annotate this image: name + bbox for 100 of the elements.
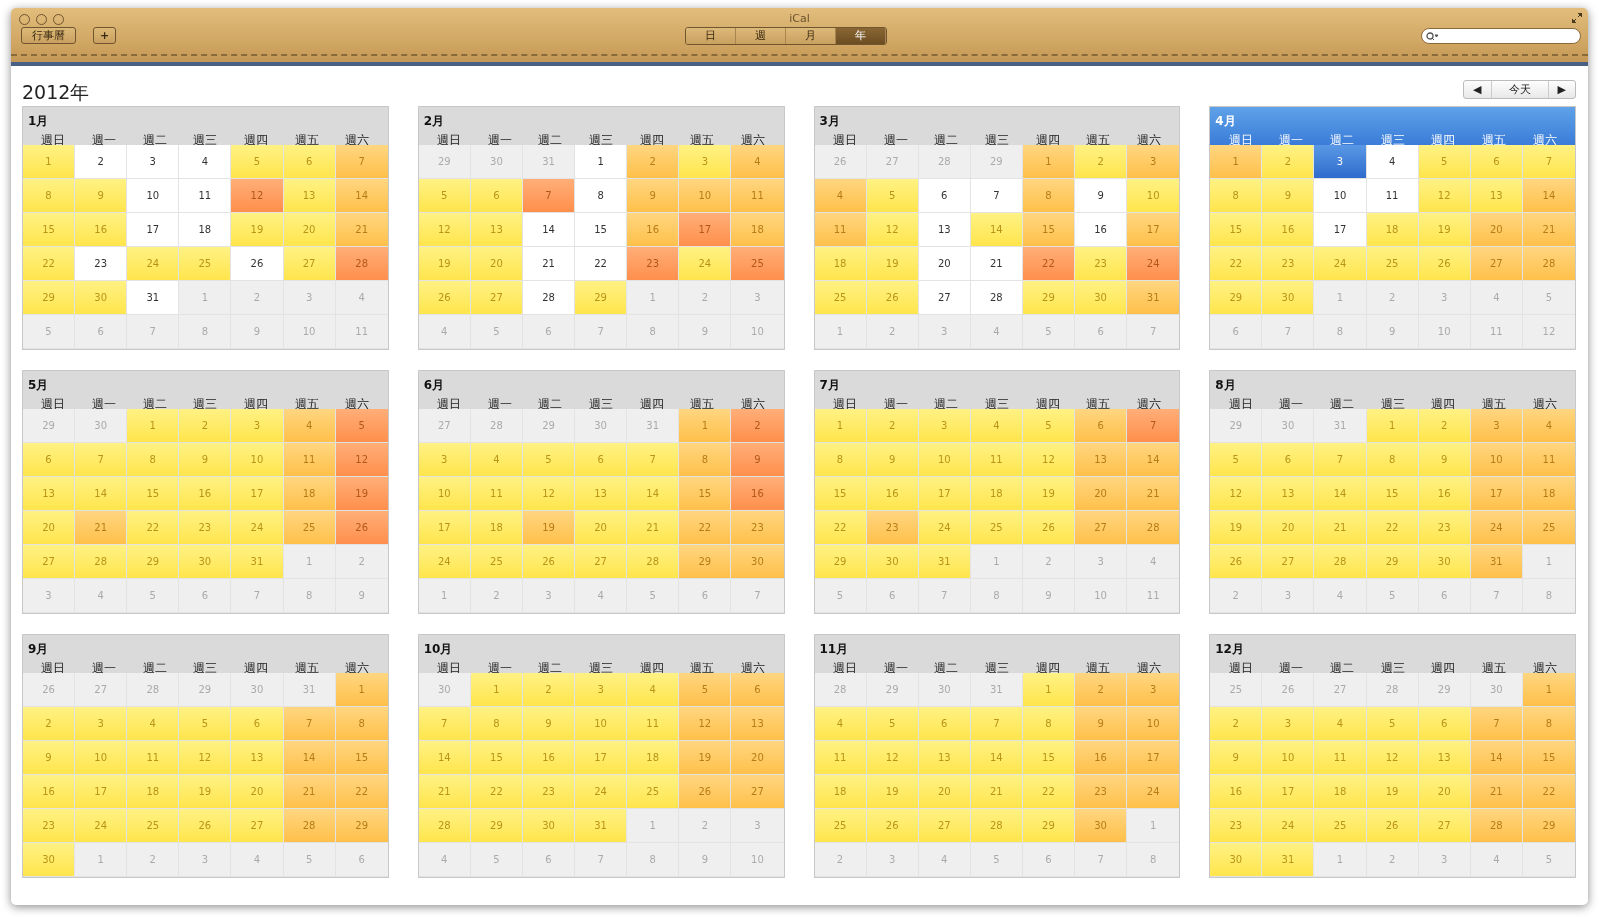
day-cell[interactable]: 21	[627, 511, 680, 545]
day-cell[interactable]: 29	[179, 673, 232, 707]
day-cell[interactable]: 26	[1418, 247, 1471, 281]
day-cell[interactable]: 26	[679, 775, 732, 809]
day-cell[interactable]: 29	[127, 545, 180, 579]
day-cell[interactable]: 6	[1418, 579, 1471, 613]
day-cell[interactable]: 10	[1470, 443, 1523, 477]
day-cell[interactable]: 11	[814, 213, 867, 247]
day-cell[interactable]: 26	[866, 281, 919, 315]
day-cell[interactable]: 27	[1314, 673, 1367, 707]
day-cell[interactable]: 10	[1127, 179, 1180, 213]
day-cell[interactable]: 4	[1522, 409, 1575, 443]
day-cell[interactable]: 16	[866, 477, 919, 511]
day-cell[interactable]: 15	[1366, 477, 1419, 511]
day-cell[interactable]: 30	[1418, 545, 1471, 579]
day-cell[interactable]: 31	[522, 145, 576, 179]
day-cell[interactable]: 14	[627, 477, 680, 511]
day-cell[interactable]: 4	[1470, 281, 1523, 315]
day-cell[interactable]: 1	[679, 409, 732, 443]
day-cell[interactable]: 31	[283, 673, 336, 707]
day-cell[interactable]: 9	[731, 443, 784, 477]
day-cell[interactable]: 24	[1127, 775, 1180, 809]
day-cell[interactable]: 5	[179, 707, 232, 741]
day-cell[interactable]: 16	[23, 775, 76, 809]
day-cell[interactable]: 4	[231, 843, 284, 877]
next-button[interactable]: ▶	[1548, 81, 1575, 98]
day-cell[interactable]: 8	[335, 707, 388, 741]
day-cell[interactable]: 5	[679, 673, 732, 707]
fullscreen-icon[interactable]	[1572, 13, 1582, 23]
day-cell[interactable]: 7	[731, 579, 784, 613]
day-cell[interactable]: 4	[418, 315, 471, 349]
day-cell[interactable]: 30	[75, 281, 128, 315]
day-cell[interactable]: 1	[814, 315, 867, 349]
day-cell[interactable]: 29	[1418, 673, 1471, 707]
day-cell[interactable]: 6	[522, 315, 576, 349]
day-cell[interactable]: 13	[283, 179, 336, 213]
search-field[interactable]	[1421, 28, 1581, 44]
day-cell[interactable]: 19	[866, 775, 919, 809]
day-cell[interactable]: 14	[970, 741, 1023, 775]
day-cell[interactable]: 5	[627, 579, 680, 613]
day-cell[interactable]: 5	[335, 409, 388, 443]
day-cell[interactable]: 3	[1470, 409, 1523, 443]
day-cell[interactable]: 25	[970, 511, 1023, 545]
day-cell[interactable]: 6	[470, 179, 523, 213]
day-cell[interactable]: 18	[127, 775, 180, 809]
day-cell[interactable]: 28	[522, 281, 576, 315]
day-cell[interactable]: 17	[575, 741, 628, 775]
day-cell[interactable]: 26	[1022, 511, 1076, 545]
today-button[interactable]: 今天	[1490, 81, 1549, 98]
day-cell[interactable]: 13	[231, 741, 284, 775]
day-cell[interactable]: 24	[127, 247, 180, 281]
day-cell[interactable]: 2	[731, 409, 784, 443]
day-cell[interactable]: 4	[1470, 843, 1523, 877]
day-cell[interactable]: 5	[1022, 315, 1076, 349]
day-cell[interactable]: 6	[1262, 443, 1315, 477]
day-cell[interactable]: 16	[1418, 477, 1471, 511]
day-cell[interactable]: 5	[283, 843, 336, 877]
day-cell[interactable]: 7	[1314, 443, 1367, 477]
day-cell[interactable]: 28	[335, 247, 388, 281]
day-cell[interactable]: 5	[127, 579, 180, 613]
day-cell[interactable]: 12	[335, 443, 388, 477]
day-cell[interactable]: 17	[418, 511, 471, 545]
day-cell[interactable]: 17	[75, 775, 128, 809]
day-cell[interactable]: 13	[918, 741, 971, 775]
day-cell[interactable]: 2	[679, 281, 732, 315]
day-cell[interactable]: 9	[1418, 443, 1471, 477]
day-cell[interactable]: 7	[575, 843, 628, 877]
day-cell[interactable]: 29	[418, 145, 471, 179]
day-cell[interactable]: 10	[1127, 707, 1180, 741]
day-cell[interactable]: 9	[679, 315, 732, 349]
day-cell[interactable]: 1	[127, 409, 180, 443]
day-cell[interactable]: 24	[75, 809, 128, 843]
day-cell[interactable]: 22	[1022, 775, 1076, 809]
day-cell[interactable]: 27	[918, 281, 971, 315]
day-cell[interactable]: 2	[1366, 281, 1419, 315]
day-cell[interactable]: 7	[1522, 145, 1575, 179]
day-cell[interactable]: 5	[1366, 707, 1419, 741]
day-cell[interactable]: 12	[866, 741, 919, 775]
day-cell[interactable]: 21	[1470, 775, 1523, 809]
day-cell[interactable]: 17	[231, 477, 284, 511]
day-cell[interactable]: 30	[1075, 809, 1128, 843]
day-cell[interactable]: 27	[918, 809, 971, 843]
day-cell[interactable]: 29	[1022, 809, 1076, 843]
day-cell[interactable]: 4	[127, 707, 180, 741]
day-cell[interactable]: 8	[627, 315, 680, 349]
day-cell[interactable]: 21	[1522, 213, 1575, 247]
day-cell[interactable]: 17	[1470, 477, 1523, 511]
day-cell[interactable]: 20	[23, 511, 76, 545]
day-cell[interactable]: 3	[1314, 145, 1367, 179]
day-cell[interactable]: 13	[1262, 477, 1315, 511]
day-cell[interactable]: 5	[1022, 409, 1076, 443]
day-cell[interactable]: 3	[1418, 843, 1471, 877]
day-cell[interactable]: 23	[1262, 247, 1315, 281]
day-cell[interactable]: 19	[522, 511, 576, 545]
day-cell[interactable]: 4	[970, 409, 1023, 443]
day-cell[interactable]: 21	[1314, 511, 1367, 545]
day-cell[interactable]: 10	[679, 179, 732, 213]
day-cell[interactable]: 12	[418, 213, 471, 247]
day-cell[interactable]: 11	[179, 179, 232, 213]
day-cell[interactable]: 11	[1366, 179, 1419, 213]
